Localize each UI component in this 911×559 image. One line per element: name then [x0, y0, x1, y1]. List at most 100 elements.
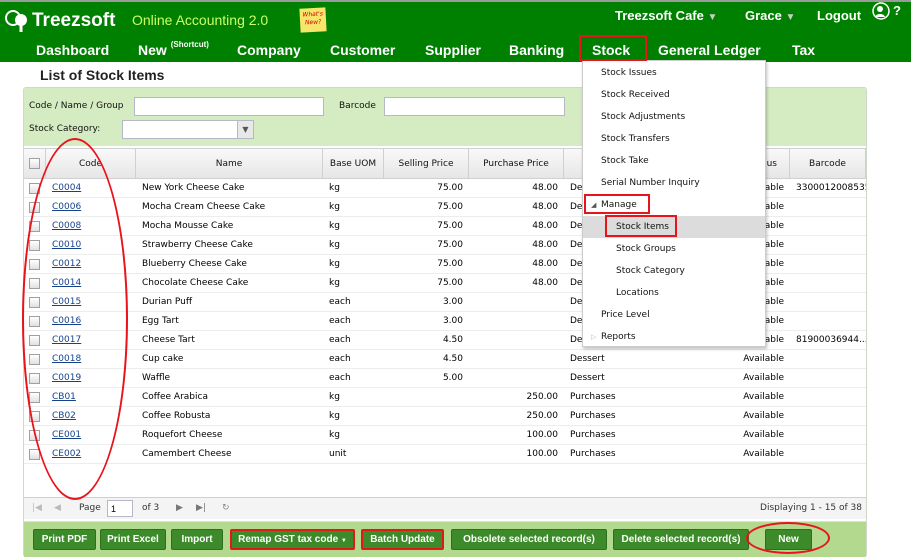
stock-category-select[interactable]: ▼ [122, 120, 254, 139]
stock-code-link[interactable]: CE002 [52, 449, 81, 459]
stock-code-link[interactable]: C0016 [52, 316, 81, 326]
menu-item-stock-transfers[interactable]: Stock Transfers [583, 128, 765, 150]
row-checkbox[interactable] [29, 335, 40, 346]
page-number-input[interactable] [107, 500, 133, 517]
row-checkbox[interactable] [29, 202, 40, 213]
next-page-icon[interactable]: ▶ [176, 503, 183, 513]
prev-page-icon[interactable]: ◀ [54, 503, 61, 513]
col-name[interactable]: Name [136, 149, 323, 179]
batch-update-button[interactable]: Batch Update [361, 529, 444, 550]
cell-code: C0004 [46, 179, 136, 198]
stock-code-link[interactable]: C0017 [52, 335, 81, 345]
select-all-checkbox[interactable] [29, 158, 40, 169]
row-checkbox[interactable] [29, 240, 40, 251]
row-checkbox[interactable] [29, 278, 40, 289]
cell-barcode [790, 369, 866, 388]
stock-code-link[interactable]: CE001 [52, 430, 81, 440]
whats-new-note[interactable]: What's New? [299, 7, 327, 33]
row-checkbox[interactable] [29, 297, 40, 308]
print-pdf-button[interactable]: Print PDF [33, 529, 96, 550]
stock-code-link[interactable]: C0004 [52, 183, 81, 193]
cell-name: Roquefort Cheese [142, 430, 223, 440]
nav-supplier[interactable]: Supplier [425, 42, 481, 58]
stock-code-link[interactable]: C0006 [52, 202, 81, 212]
row-checkbox[interactable] [29, 373, 40, 384]
nav-general-ledger[interactable]: General Ledger [658, 42, 761, 58]
col-purchase-price[interactable]: Purchase Price [469, 149, 564, 179]
table-row[interactable]: CE001 Roquefort Cheese kg 100.00 Purchases Av… [24, 426, 866, 445]
refresh-icon[interactable]: ↻ [222, 503, 230, 513]
menu-item-stock-adjustments[interactable]: Stock Adjustments [583, 106, 765, 128]
col-code[interactable]: Code [46, 149, 136, 179]
row-checkbox[interactable] [29, 430, 40, 441]
stock-code-link[interactable]: C0010 [52, 240, 81, 250]
row-checkbox[interactable] [29, 183, 40, 194]
cell-selling-price [384, 426, 469, 445]
code-filter-input[interactable] [134, 97, 324, 116]
nav-customer[interactable]: Customer [330, 42, 395, 58]
user-add-icon[interactable] [872, 2, 890, 23]
remap-gst-tax-code-button[interactable]: Remap GST tax code ▼ [230, 529, 355, 550]
row-checkbox[interactable] [29, 316, 40, 327]
stock-code-link[interactable]: C0015 [52, 297, 81, 307]
col-selling-price[interactable]: Selling Price [384, 149, 469, 179]
table-row[interactable]: CB01 Coffee Arabica kg 250.00 Purchases Avail… [24, 388, 866, 407]
row-checkbox[interactable] [29, 259, 40, 270]
cell-barcode [790, 255, 866, 274]
stock-code-link[interactable]: CB02 [52, 411, 76, 421]
user-menu[interactable]: Grace ▼ [745, 8, 795, 23]
nav-stock[interactable]: Stock [592, 42, 630, 58]
menu-item-stock-items[interactable]: Stock Items [583, 216, 765, 238]
stock-code-link[interactable]: C0008 [52, 221, 81, 231]
chevron-down-icon[interactable]: ▼ [237, 121, 253, 138]
nav-new[interactable]: New (Shortcut) [138, 40, 209, 58]
menu-item-reports[interactable]: ▷ Reports [583, 326, 765, 348]
menu-item-stock-category[interactable]: Stock Category [583, 260, 765, 282]
menu-item-stock-groups[interactable]: Stock Groups [583, 238, 765, 260]
new-button[interactable]: New [765, 529, 812, 550]
col-base-uom[interactable]: Base UOM [323, 149, 384, 179]
cell-barcode [790, 350, 866, 369]
table-row[interactable]: CE002 Camembert Cheese unit 100.00 Purchases… [24, 445, 866, 464]
last-page-icon[interactable]: ▶| [196, 503, 206, 513]
brand-logo[interactable]: Treezsoft [4, 8, 115, 34]
obsolete-selected-button[interactable]: Obsolete selected record(s) [451, 529, 607, 550]
select-all-cell [24, 149, 46, 179]
help-icon[interactable]: ? [893, 3, 901, 18]
import-button[interactable]: Import [171, 529, 223, 550]
table-row[interactable]: C0018 Cup cake each 4.50 Dessert Available [24, 350, 866, 369]
nav-tax[interactable]: Tax [792, 42, 815, 58]
stock-code-link[interactable]: C0012 [52, 259, 81, 269]
table-row[interactable]: C0019 Waffle each 5.00 Dessert Available [24, 369, 866, 388]
row-checkbox[interactable] [29, 221, 40, 232]
first-page-icon[interactable]: |◀ [32, 503, 42, 513]
menu-item-stock-take[interactable]: Stock Take [583, 150, 765, 172]
nav-company[interactable]: Company [237, 42, 301, 58]
menu-item-stock-received[interactable]: Stock Received [583, 84, 765, 106]
stock-code-link[interactable]: C0019 [52, 373, 81, 383]
delete-selected-button[interactable]: Delete selected record(s) [613, 529, 749, 550]
stock-code-link[interactable]: CB01 [52, 392, 76, 402]
row-checkbox[interactable] [29, 411, 40, 422]
nav-dashboard[interactable]: Dashboard [36, 42, 109, 58]
print-excel-button[interactable]: Print Excel [100, 529, 166, 550]
company-selector[interactable]: Treezsoft Cafe ▼ [615, 8, 717, 23]
row-checkbox[interactable] [29, 449, 40, 460]
barcode-filter-input[interactable] [384, 97, 565, 116]
menu-item-serial-number-inquiry[interactable]: Serial Number Inquiry [583, 172, 765, 194]
row-checkbox[interactable] [29, 354, 40, 365]
col-barcode[interactable]: Barcode [790, 149, 866, 179]
menu-item-stock-issues[interactable]: Stock Issues [583, 62, 765, 84]
menu-item-price-level[interactable]: Price Level [583, 304, 765, 326]
cell-purchase-price [469, 293, 564, 312]
menu-item-manage[interactable]: ◢ Manage [583, 194, 765, 216]
logout-link[interactable]: Logout [817, 8, 861, 23]
menu-item-locations[interactable]: Locations [583, 282, 765, 304]
row-checkbox[interactable] [29, 392, 40, 403]
page-count: of 3 [142, 503, 160, 513]
nav-banking[interactable]: Banking [509, 42, 564, 58]
stock-code-link[interactable]: C0018 [52, 354, 81, 364]
menu-item-label: Locations [616, 288, 659, 298]
table-row[interactable]: CB02 Coffee Robusta kg 250.00 Purchases Avail… [24, 407, 866, 426]
stock-code-link[interactable]: C0014 [52, 278, 81, 288]
